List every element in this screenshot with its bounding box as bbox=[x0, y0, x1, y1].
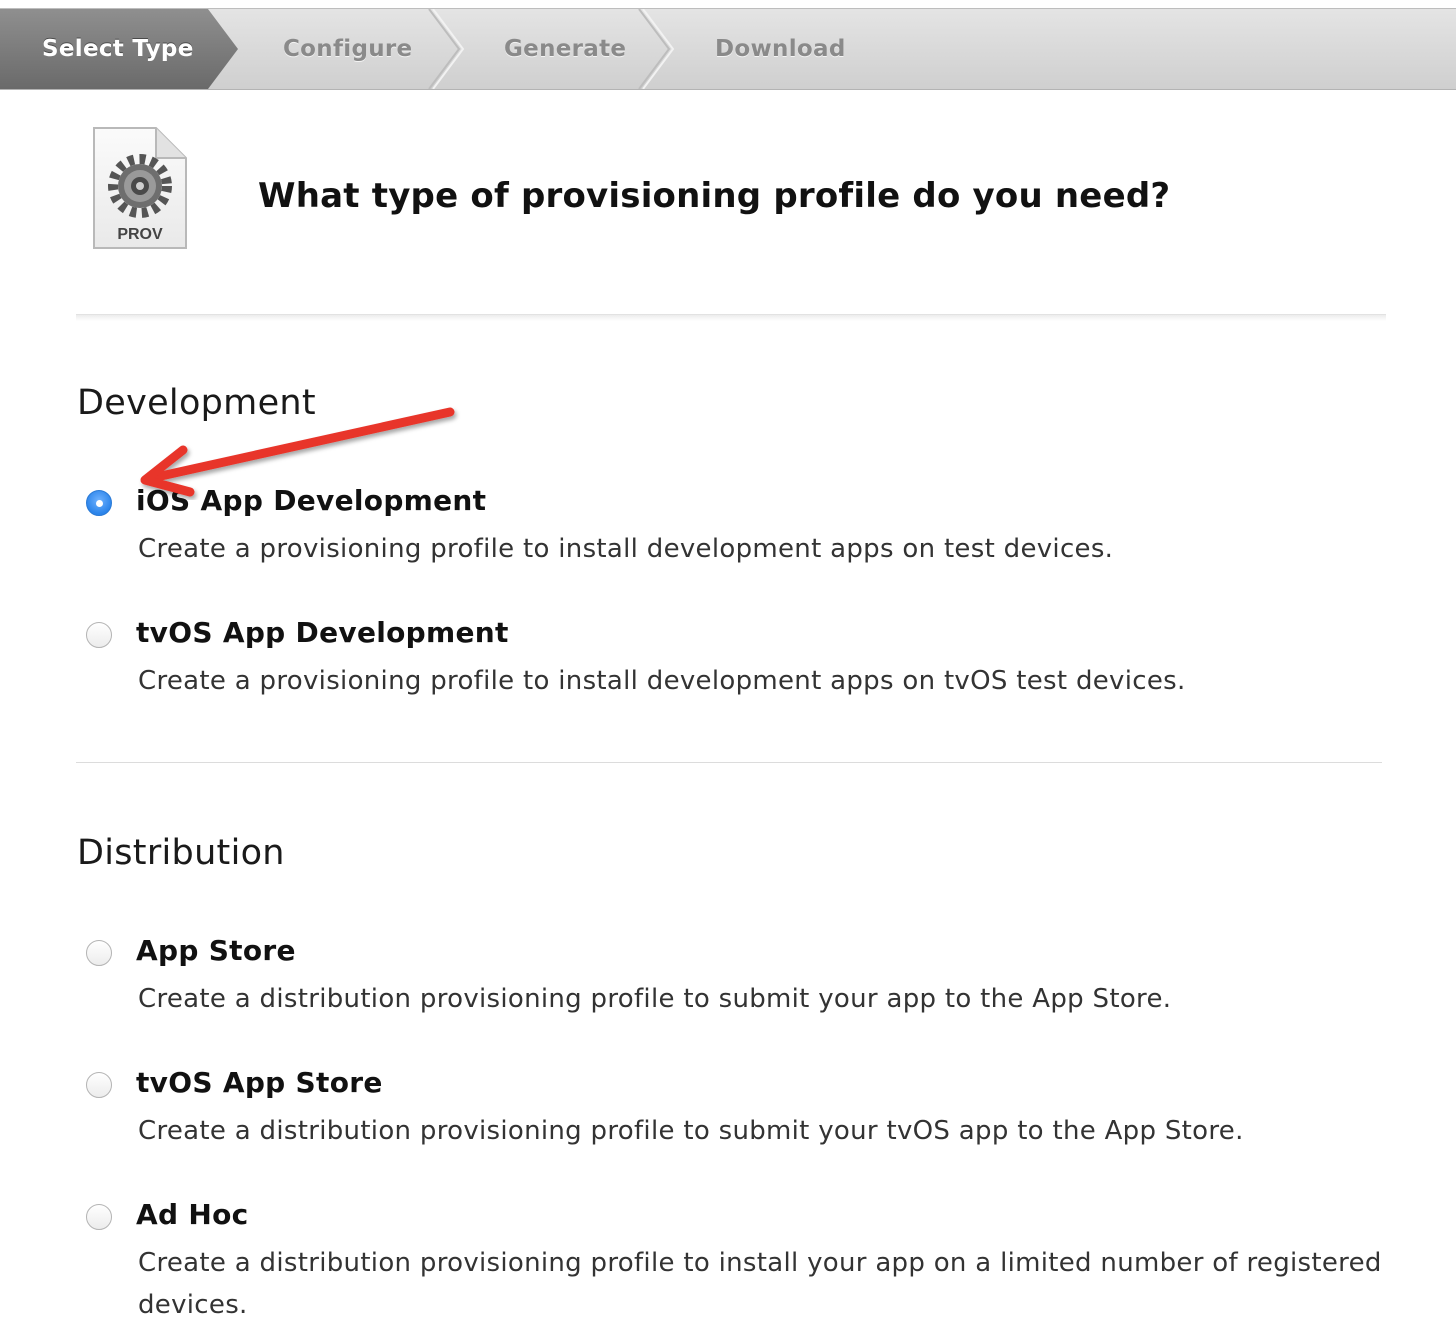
radio-ios-app-development[interactable] bbox=[86, 490, 112, 516]
option-title: tvOS App Store bbox=[136, 1066, 383, 1099]
radio-tvos-app-development[interactable] bbox=[86, 622, 112, 648]
step-separator-chevron bbox=[428, 9, 465, 89]
prov-icon-label: PROV bbox=[117, 226, 163, 243]
option-description: Create a distribution provisioning profi… bbox=[138, 1116, 1244, 1146]
option-title: Ad Hoc bbox=[136, 1198, 249, 1231]
page-title: What type of provisioning profile do you… bbox=[258, 176, 1171, 216]
option-description: Create a distribution provisioning profi… bbox=[138, 984, 1172, 1014]
option-title: App Store bbox=[136, 934, 296, 967]
section-title-distribution: Distribution bbox=[77, 833, 285, 873]
wizard-steps-bar: Select Type Configure Generate Download bbox=[0, 9, 1456, 90]
radio-ad-hoc[interactable] bbox=[86, 1204, 112, 1230]
step-configure: Configure bbox=[283, 36, 413, 62]
header-divider bbox=[76, 314, 1386, 321]
provisioning-profile-icon: PROV bbox=[93, 127, 187, 249]
step-separator-chevron bbox=[638, 9, 675, 89]
step-generate: Generate bbox=[504, 36, 627, 62]
radio-app-store[interactable] bbox=[86, 940, 112, 966]
option-description: Create a provisioning profile to install… bbox=[138, 666, 1186, 696]
option-description: Create a provisioning profile to install… bbox=[138, 534, 1114, 564]
option-title: tvOS App Development bbox=[136, 616, 509, 649]
top-rule bbox=[0, 0, 1456, 9]
option-title: iOS App Development bbox=[136, 484, 487, 517]
step-download: Download bbox=[715, 36, 846, 62]
option-description: Create a distribution provisioning profi… bbox=[138, 1248, 1382, 1320]
radio-tvos-app-store[interactable] bbox=[86, 1072, 112, 1098]
section-divider bbox=[76, 762, 1382, 763]
step-select-type: Select Type bbox=[42, 36, 194, 62]
section-title-development: Development bbox=[77, 383, 316, 423]
